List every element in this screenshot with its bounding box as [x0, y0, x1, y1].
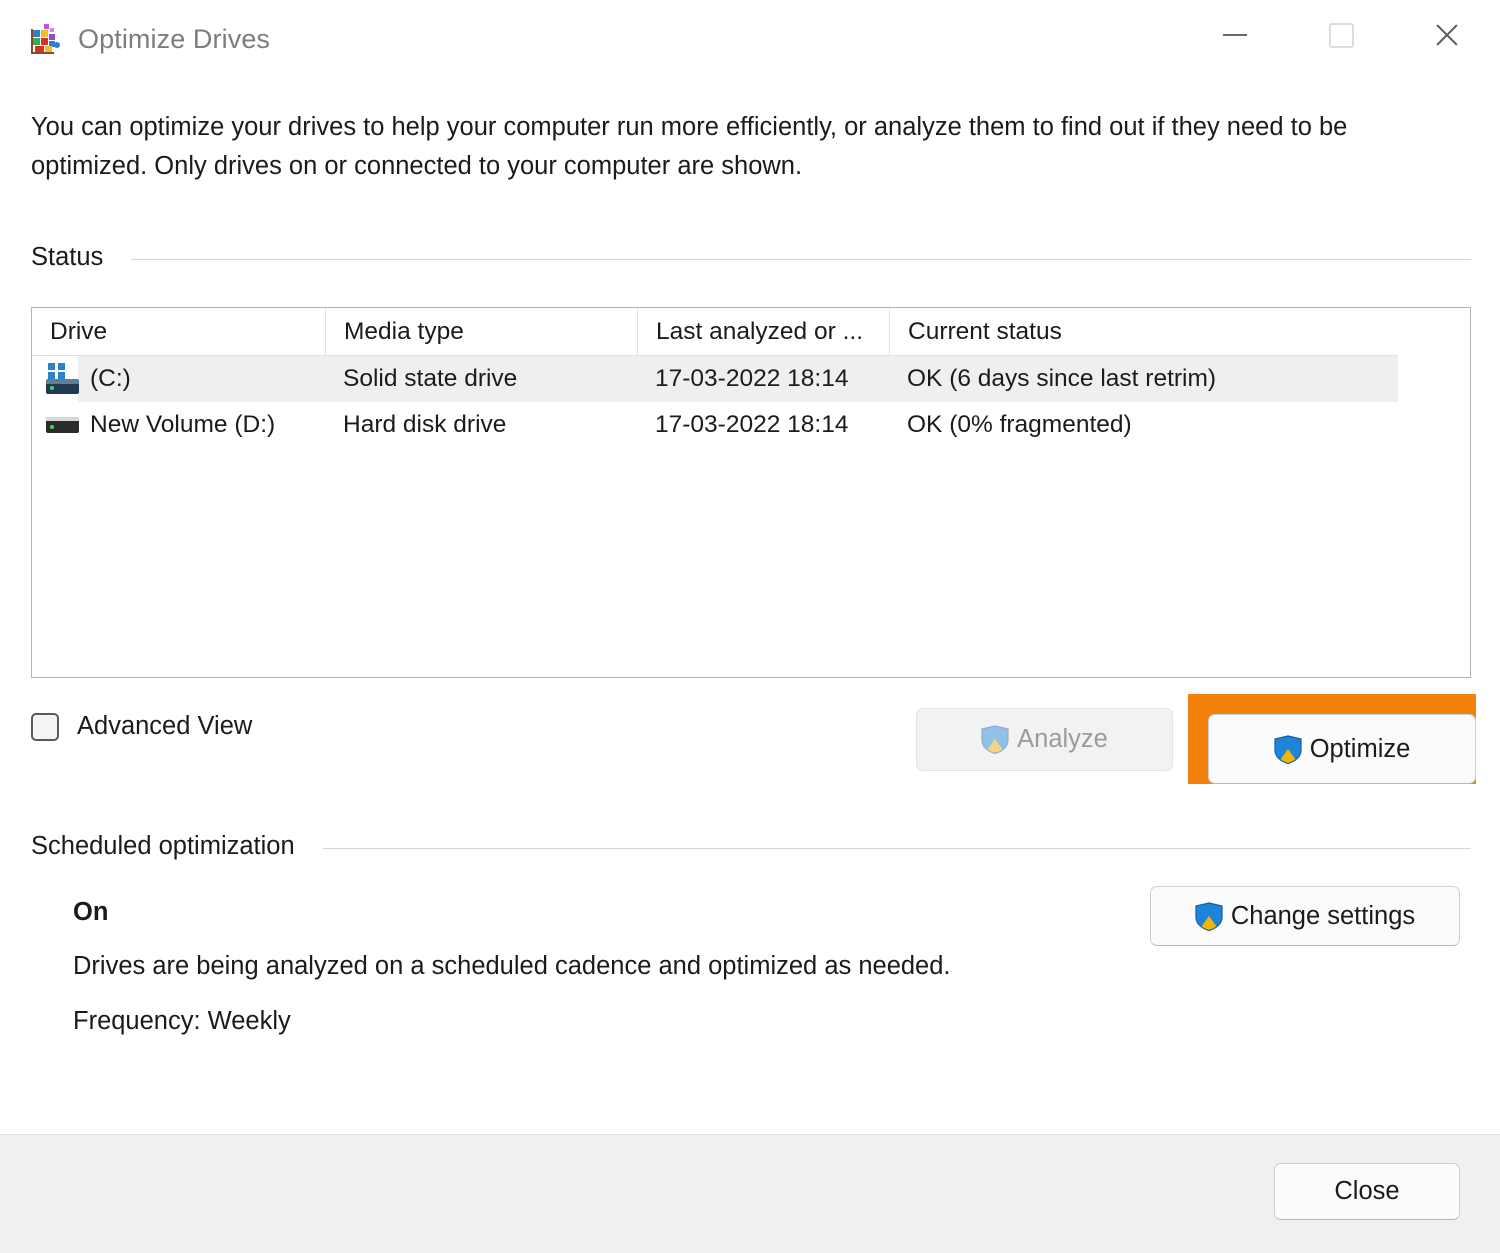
- cell-drive: (C:): [32, 356, 325, 402]
- minimize-button[interactable]: [1182, 0, 1288, 70]
- maximize-icon: [1328, 22, 1354, 48]
- optimize-button-label: Optimize: [1309, 734, 1411, 763]
- title-bar-left: Optimize Drives: [30, 22, 270, 56]
- maximize-button[interactable]: [1288, 0, 1394, 70]
- column-header-current-status[interactable]: Current status: [889, 308, 1398, 356]
- column-header-last-analyzed[interactable]: Last analyzed or ...: [637, 308, 889, 356]
- change-settings-button-label: Change settings: [1230, 901, 1416, 930]
- schedule-state: On: [73, 898, 109, 926]
- intro-description: You can optimize your drives to help you…: [31, 113, 1348, 180]
- cell-last-analyzed: 17-03-2022 18:14: [655, 365, 849, 392]
- analyze-button[interactable]: Analyze: [916, 708, 1173, 771]
- drive-list-header: Drive Media type Last analyzed or ... Cu…: [32, 308, 1398, 356]
- analyze-button-label: Analyze: [1017, 725, 1108, 753]
- advanced-view-row[interactable]: Advanced View: [31, 712, 252, 741]
- minimize-icon: [1223, 34, 1247, 36]
- ssd-drive-icon: [46, 363, 80, 395]
- hard-disk-drive-icon: [46, 412, 80, 438]
- advanced-view-label[interactable]: Advanced View: [77, 712, 252, 741]
- cell-media-type: Solid state drive: [343, 365, 518, 392]
- status-label: Status: [31, 243, 104, 271]
- status-divider: [131, 259, 1471, 260]
- close-window-button[interactable]: [1394, 0, 1500, 70]
- advanced-view-checkbox[interactable]: [31, 712, 59, 741]
- cell-drive-label: New Volume (D:): [90, 411, 276, 438]
- cell-current-status: OK (0% fragmented): [907, 411, 1132, 438]
- uac-shield-icon: [981, 725, 1009, 755]
- window-controls: [1182, 0, 1500, 84]
- column-header-drive[interactable]: Drive: [32, 308, 325, 356]
- window-title: Optimize Drives: [78, 23, 271, 54]
- uac-shield-icon: [1195, 901, 1223, 931]
- scheduled-optimization-group-header: Scheduled optimization: [31, 832, 1471, 861]
- scheduled-optimization-divider: [322, 848, 1471, 849]
- title-bar: Optimize Drives: [0, 0, 1500, 84]
- status-group-header: Status: [31, 243, 1471, 272]
- change-settings-button[interactable]: Change settings: [1150, 886, 1460, 946]
- close-icon: [1434, 22, 1460, 48]
- cell-media-type: Hard disk drive: [343, 411, 507, 438]
- close-button[interactable]: Close: [1274, 1163, 1460, 1220]
- column-header-media-type[interactable]: Media type: [325, 308, 637, 356]
- table-row[interactable]: (C:) Solid state drive 17-03-2022 18:14 …: [32, 356, 1398, 402]
- cell-current-status: OK (6 days since last retrim): [907, 365, 1217, 392]
- close-button-label: Close: [1334, 1177, 1400, 1205]
- cell-drive-label: (C:): [90, 365, 131, 392]
- drive-list[interactable]: Drive Media type Last analyzed or ... Cu…: [31, 307, 1471, 678]
- table-row[interactable]: New Volume (D:) Hard disk drive 17-03-20…: [32, 402, 1398, 448]
- cell-last-analyzed: 17-03-2022 18:14: [655, 411, 849, 438]
- optimize-button-highlight: Optimize: [1188, 694, 1476, 784]
- optimize-drives-icon: [30, 22, 64, 56]
- uac-shield-icon: [1274, 734, 1302, 764]
- cell-drive: New Volume (D:): [32, 402, 325, 448]
- schedule-frequency: Frequency: Weekly: [73, 1007, 291, 1035]
- schedule-description: Drives are being analyzed on a scheduled…: [73, 952, 951, 980]
- scheduled-optimization-label: Scheduled optimization: [31, 832, 295, 860]
- optimize-button[interactable]: Optimize: [1208, 714, 1476, 784]
